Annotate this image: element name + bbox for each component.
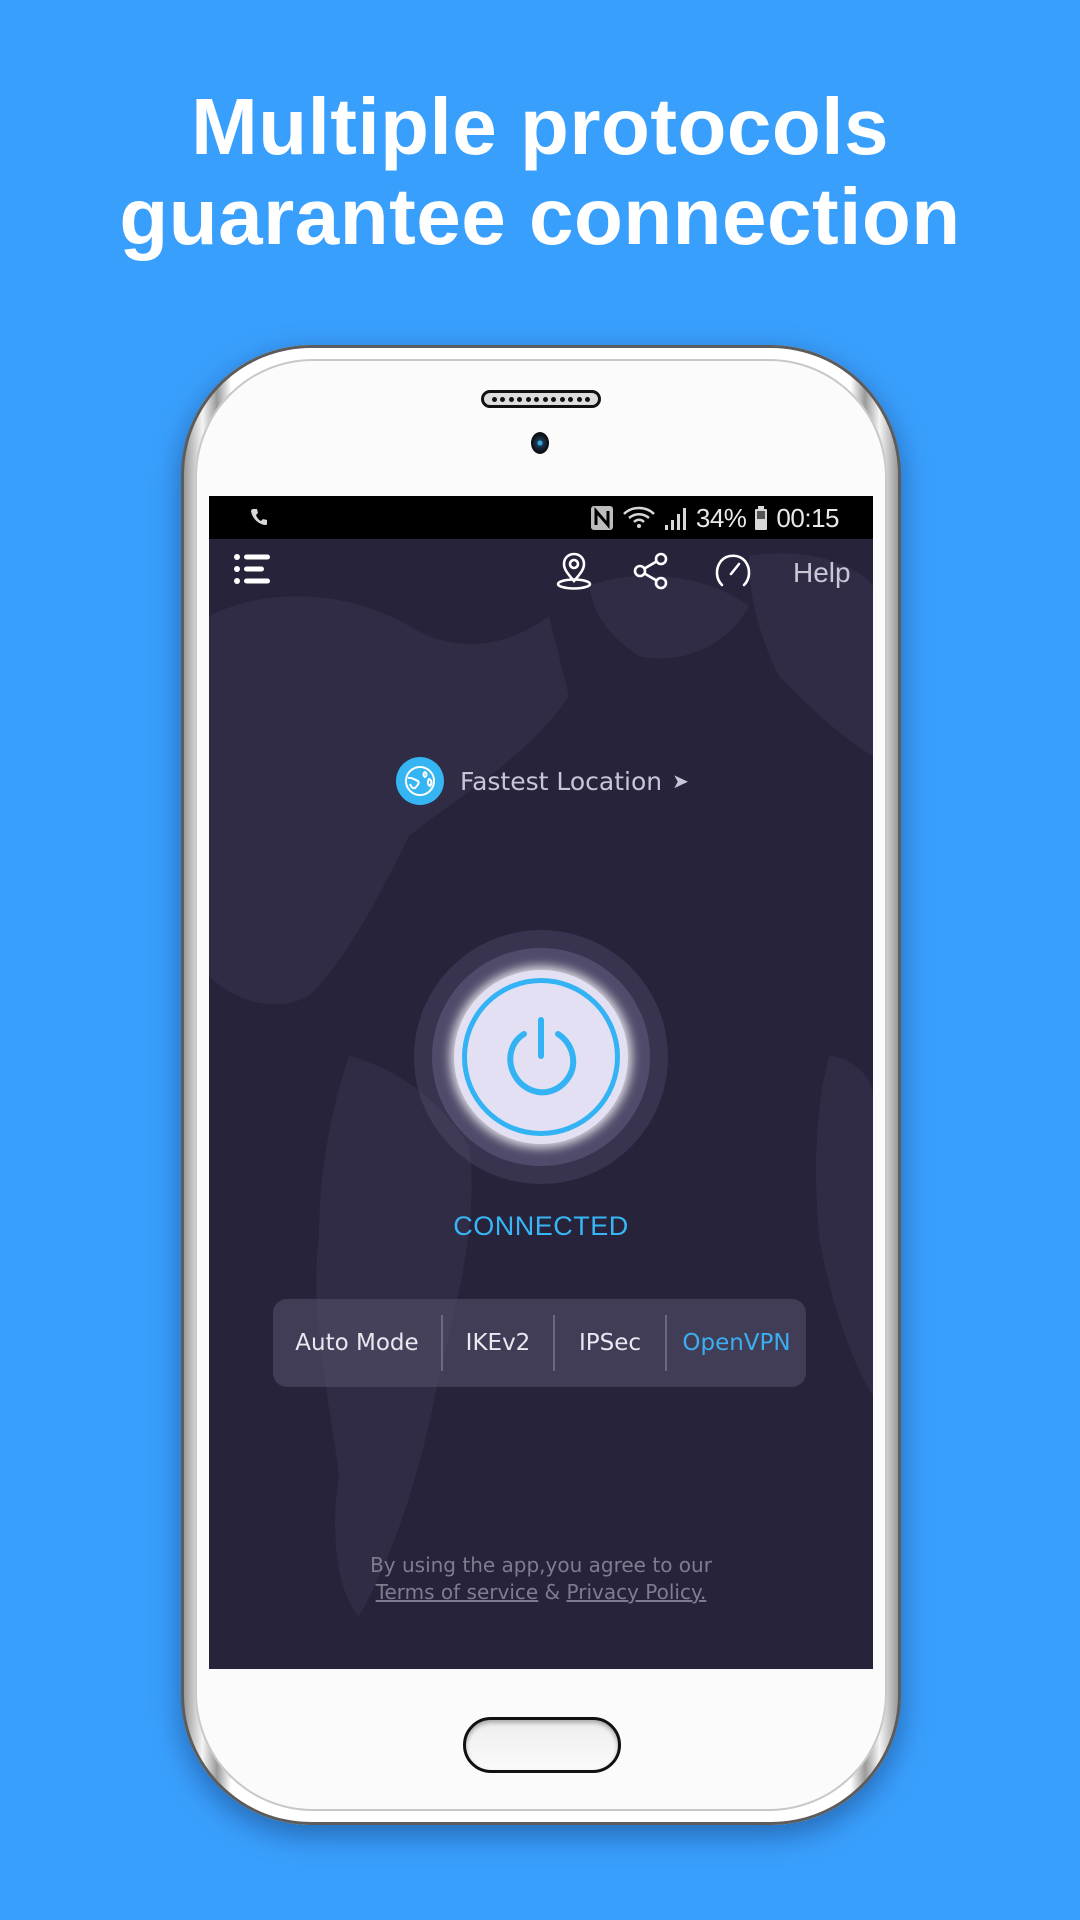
- menu-icon[interactable]: [233, 549, 273, 589]
- phone-speaker: [481, 390, 601, 408]
- location-selector[interactable]: Fastest Location ➤: [396, 757, 689, 805]
- privacy-policy-link[interactable]: Privacy Policy.: [567, 1580, 707, 1604]
- headline-line-1: Multiple protocols: [191, 82, 889, 171]
- help-link[interactable]: Help: [793, 557, 851, 589]
- clock: 00:15: [776, 502, 839, 533]
- wifi-icon: [622, 506, 655, 528]
- headline-line-2: guarantee connection: [119, 172, 961, 261]
- connection-status: CONNECTED: [453, 1211, 629, 1241]
- speedometer-icon[interactable]: [713, 551, 753, 591]
- signal-icon: [664, 508, 686, 530]
- app-toolbar: Help: [209, 539, 873, 617]
- phone-call-icon: [251, 509, 267, 525]
- location-label: Fastest Location: [460, 766, 663, 796]
- phone-camera: [531, 432, 549, 454]
- protocol-ikev2[interactable]: IKEv2: [443, 1299, 553, 1387]
- battery-icon: [755, 506, 768, 530]
- globe-icon: [396, 757, 444, 805]
- status-bar: 34% 00:15: [209, 496, 873, 539]
- protocol-ipsec[interactable]: IPSec: [555, 1299, 665, 1387]
- home-button[interactable]: [463, 1717, 621, 1773]
- app-screen: 34% 00:15 Help Fastest Location ➤ CONNEC…: [209, 496, 873, 1669]
- protocol-openvpn[interactable]: OpenVPN: [667, 1299, 806, 1387]
- connect-toggle-button[interactable]: [454, 970, 628, 1144]
- terms-prefix: By using the app,you agree to our: [370, 1553, 712, 1577]
- connect-button-area: [414, 930, 668, 1184]
- battery-percent: 34%: [695, 502, 747, 533]
- terms-joiner: &: [544, 1580, 561, 1604]
- chevron-right-icon: ➤: [672, 770, 689, 793]
- nfc-icon: [590, 506, 613, 530]
- headline: Multiple protocols guarantee connection: [0, 82, 1080, 262]
- share-icon[interactable]: [632, 551, 672, 591]
- protocol-auto-mode[interactable]: Auto Mode: [273, 1299, 441, 1387]
- location-pin-icon[interactable]: [554, 551, 594, 591]
- protocol-selector: Auto Mode IKEv2 IPSec OpenVPN: [273, 1299, 806, 1387]
- power-ring: [462, 978, 620, 1136]
- terms-of-service-link[interactable]: Terms of service: [376, 1580, 539, 1604]
- terms-notice: By using the app,you agree to our Terms …: [209, 1552, 873, 1606]
